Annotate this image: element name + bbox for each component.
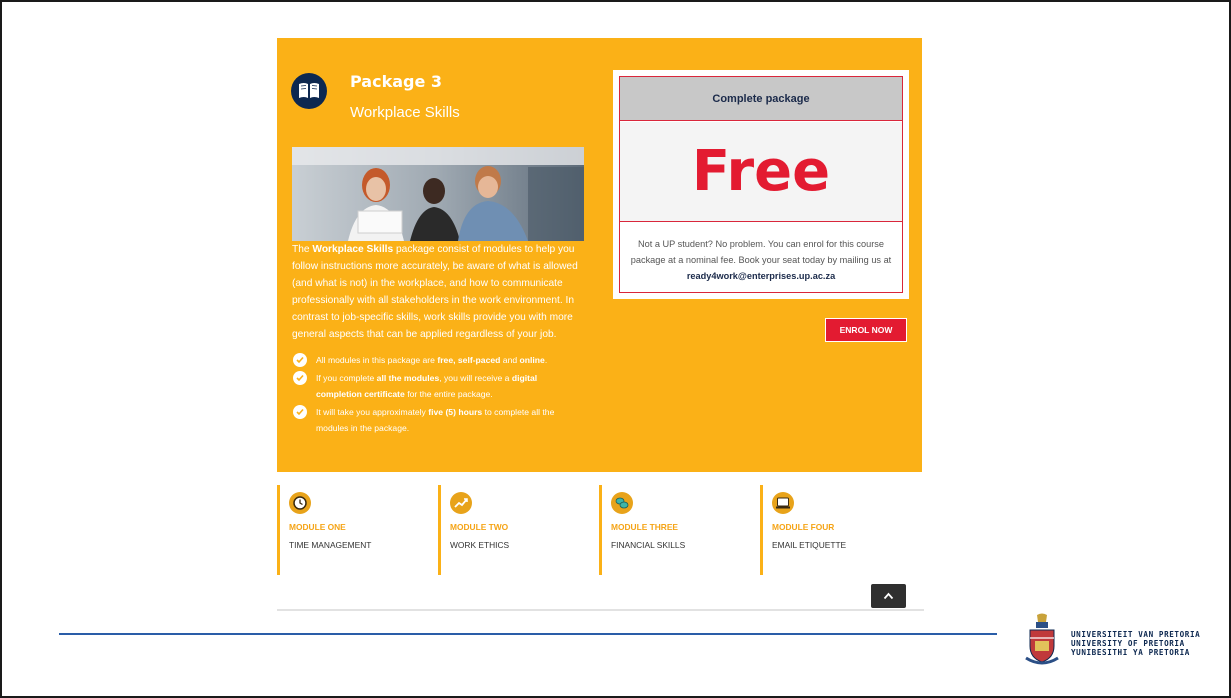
check-icon xyxy=(293,353,307,367)
package-subtitle: Workplace Skills xyxy=(350,104,460,121)
book-icon xyxy=(291,73,327,109)
university-line-english: UNIVERSITY OF PRETORIA xyxy=(1071,639,1185,648)
feature-list: All modules in this package are free, se… xyxy=(292,352,582,438)
package-title: Package 3 xyxy=(350,72,443,91)
slide-divider xyxy=(59,633,997,635)
email-link[interactable]: ready4work@enterprises.up.ac.za xyxy=(687,271,835,281)
module-name: TIME MANAGEMENT xyxy=(289,540,372,550)
university-line-afrikaans: UNIVERSITEIT VAN PRETORIA xyxy=(1071,630,1201,639)
module-number: MODULE THREE xyxy=(611,522,678,532)
check-icon xyxy=(293,405,307,419)
check-icon xyxy=(293,371,307,385)
enrol-now-button[interactable]: ENROL NOW xyxy=(825,318,907,342)
university-name: UNIVERSITEIT VAN PRETORIA UNIVERSITY OF … xyxy=(1071,630,1200,657)
laptop-icon xyxy=(772,492,794,514)
scroll-to-top-button[interactable] xyxy=(871,584,906,608)
hero-photo xyxy=(292,147,584,241)
list-item: If you complete all the modules, you wil… xyxy=(292,370,582,402)
module-card[interactable]: MODULE TWO WORK ETHICS xyxy=(438,485,596,575)
clock-icon xyxy=(289,492,311,514)
chevron-up-icon xyxy=(883,592,894,600)
module-card[interactable]: MODULE FOUR EMAIL ETIQUETTE xyxy=(760,485,918,575)
price-card-inner: Complete package Free Not a UP student? … xyxy=(619,76,903,293)
module-number: MODULE FOUR xyxy=(772,522,835,532)
coins-icon xyxy=(611,492,633,514)
package-description: The Workplace Skills package consist of … xyxy=(292,244,578,340)
module-name: FINANCIAL SKILLS xyxy=(611,540,686,550)
price-header: Complete package xyxy=(620,77,902,121)
module-name: EMAIL ETIQUETTE xyxy=(772,540,847,550)
page-bottom-divider xyxy=(277,609,924,611)
module-name: WORK ETHICS xyxy=(450,540,510,550)
university-line-sepedi: YUNIBESITHI YA PRETORIA xyxy=(1071,648,1190,657)
module-number: MODULE TWO xyxy=(450,522,509,532)
list-item: It will take you approximately five (5) … xyxy=(292,404,582,436)
price-value: Free xyxy=(620,122,902,222)
price-card: Complete package Free Not a UP student? … xyxy=(613,70,909,299)
list-item: All modules in this package are free, se… xyxy=(292,352,582,368)
chart-icon xyxy=(450,492,472,514)
module-card[interactable]: MODULE THREE FINANCIAL SKILLS xyxy=(599,485,757,575)
module-card[interactable]: MODULE ONE TIME MANAGEMENT xyxy=(277,485,435,575)
university-crest-icon xyxy=(1022,612,1062,668)
price-note: Not a UP student? No problem. You can en… xyxy=(630,239,892,281)
module-number: MODULE ONE xyxy=(289,522,346,532)
